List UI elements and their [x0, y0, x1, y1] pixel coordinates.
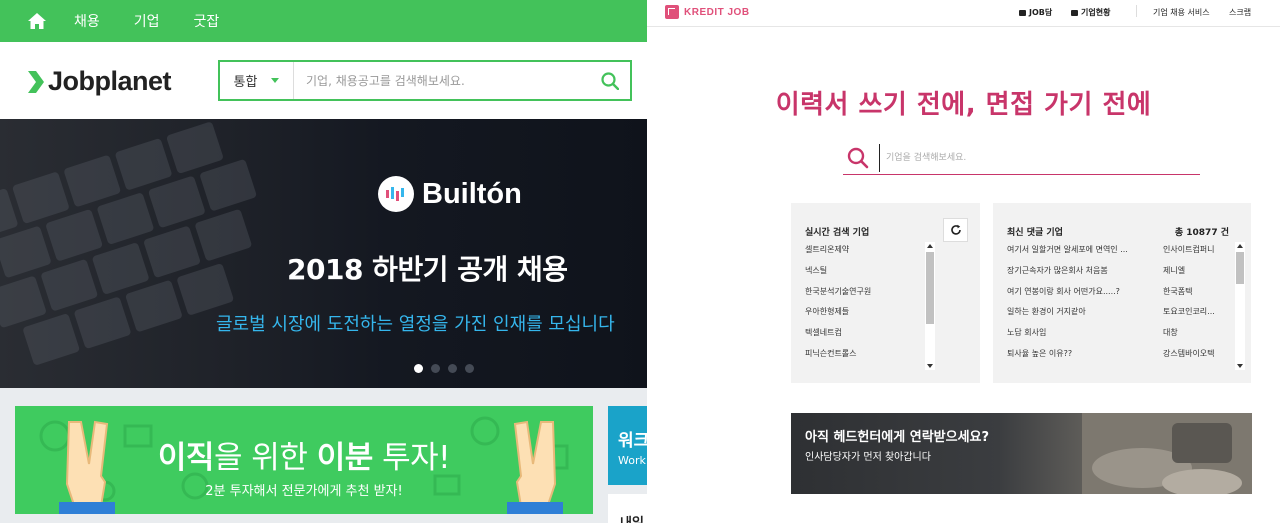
nav-hiring-services[interactable]: 기업 채용 서비스 — [1153, 7, 1210, 18]
comment-text: 여기서 일할거면 알세포에 면역인 ... — [1007, 245, 1128, 254]
scroll-down-icon — [927, 364, 933, 368]
search-category-select[interactable]: 통합 — [220, 62, 294, 99]
banner-dot-4[interactable] — [465, 364, 474, 373]
side-ad-title: 워크 — [618, 431, 647, 451]
home-icon — [28, 13, 46, 29]
comment-text: 여기 연봉이랑 회사 어떤가요.....? — [1007, 286, 1120, 296]
kreditjob-logo[interactable]: KREDIT JOB — [665, 5, 750, 19]
recent-comments-list: 여기서 일할거면 알세포에 면역인 ... 인사이트컴퍼니 장기근속자가 많은회사… — [1007, 244, 1227, 369]
search-category-label: 통합 — [233, 75, 258, 90]
scroll-thumb[interactable] — [1236, 252, 1244, 284]
kreditjob-search-button[interactable] — [843, 143, 873, 173]
realtime-search-list: 셀트리온제약 넥스틸 한국분석기술연구원 우아한형제들 텍셀네트컴 피닉슨컨트롤… — [805, 244, 871, 369]
jobplanet-logo[interactable]: Jobplanet — [28, 66, 172, 97]
comment-row[interactable]: 여기 연봉이랑 회사 어떤가요.....? 한국폼텍 — [1007, 286, 1227, 307]
realtime-search-card: 실시간 검색 기업 셀트리온제약 넥스틸 한국분석기술연구원 우아한형제들 텍셀… — [791, 203, 980, 383]
building-icon — [1071, 9, 1078, 16]
side-ad-small-text: 내일 — [620, 512, 644, 523]
chevron-down-icon — [271, 78, 280, 83]
comment-row[interactable]: 퇴사율 높은 이유?? 강스템바이오텍 — [1007, 348, 1227, 369]
jobplanet-panel: 채용 기업 굿잡 Jobplanet 통합 기업, 채용공고를 검색해보세요. … — [0, 0, 647, 523]
search-icon — [601, 71, 619, 90]
home-button[interactable] — [0, 0, 74, 42]
comment-text: 일하는 환경이 거지같아 — [1007, 307, 1086, 317]
headhunter-subtitle: 인사담당자가 먼저 찾아갑니다 — [805, 452, 931, 463]
nav-job-talk[interactable]: JOB담 — [1019, 7, 1052, 18]
kreditjob-search-input[interactable] — [879, 144, 1200, 172]
chat-icon — [1019, 9, 1026, 16]
banner-dot-3[interactable] — [448, 364, 457, 373]
kreditjob-logo-text: KREDIT JOB — [684, 6, 750, 18]
comment-row[interactable]: 노답 회사임 대창 — [1007, 327, 1227, 348]
jobplanet-search-input[interactable] — [294, 62, 590, 99]
scroll-up-icon — [927, 244, 933, 248]
realtime-search-title: 실시간 검색 기업 — [805, 228, 870, 238]
recent-comments-card: 최신 댓글 기업 총 10877 건 여기서 일할거면 알세포에 면역인 ...… — [993, 203, 1251, 383]
comment-row[interactable]: 일하는 환경이 거지같아 토요코인코리... — [1007, 306, 1227, 327]
scroll-up-icon — [1237, 244, 1243, 248]
list-item[interactable]: 피닉슨컨트롤스 — [805, 348, 871, 369]
comment-company: 대창 — [1163, 328, 1178, 338]
handshake-photo — [1082, 413, 1252, 494]
jobplanet-search-button[interactable] — [590, 62, 630, 99]
nav-company-status[interactable]: 기업현황 — [1071, 7, 1110, 18]
headhunter-banner[interactable]: 아직 헤드헌터에게 연락받으세요? 인사담당자가 먼저 찾아갑니다 — [791, 413, 1252, 494]
list-item[interactable]: 셀트리온제약 — [805, 244, 871, 265]
kreditjob-panel: KREDIT JOB JOB담 기업현황 기업 채용 서비스 스크랩 이력서 쓰… — [647, 0, 1280, 523]
list-item[interactable]: 텍셀네트컴 — [805, 327, 871, 348]
side-ad-work[interactable]: 워크 Work — [608, 406, 647, 485]
comment-company: 인사이트컴퍼니 — [1163, 245, 1215, 254]
nav-scrap[interactable]: 스크랩 — [1229, 7, 1251, 18]
list-item[interactable]: 한국분석기술연구원 — [805, 286, 871, 307]
banner-subtitle: 글로벌 시장에 도전하는 열정을 가진 인재를 모십니다 — [216, 314, 615, 335]
side-ad-subtitle: Work — [618, 454, 646, 467]
kreditjob-hero-title: 이력서 쓰기 전에, 면접 가기 전에 — [775, 90, 1152, 120]
comment-text: 퇴사율 높은 이유?? — [1007, 348, 1073, 358]
comment-company: 토요코인코리... — [1163, 307, 1215, 317]
kreditjob-logo-icon — [665, 5, 679, 19]
comment-company: 강스템바이오텍 — [1163, 348, 1215, 358]
refresh-button[interactable] — [943, 218, 968, 242]
comment-row[interactable]: 장기근속자가 많은회사 처음봄 제니엘 — [1007, 265, 1227, 286]
scroll-thumb[interactable] — [926, 252, 934, 324]
jobplanet-header: Jobplanet 통합 — [0, 42, 647, 119]
scroll-down-icon — [1237, 364, 1243, 368]
jobplanet-logo-text: Jobplanet — [48, 66, 172, 96]
nav-item-goodjob[interactable]: 굿잡 — [194, 11, 220, 31]
nav-item-jobs[interactable]: 채용 — [74, 11, 100, 31]
banner-pagination — [414, 364, 482, 373]
jobplanet-top-nav: 채용 기업 굿잡 — [0, 0, 647, 42]
comment-row[interactable]: 여기서 일할거면 알세포에 면역인 ... 인사이트컴퍼니 — [1007, 244, 1227, 265]
side-ad-small[interactable]: 내일 — [608, 494, 647, 523]
builton-logo-icon — [378, 176, 414, 212]
career-investment-ad[interactable]: 이직을 위한 이분 투자! 2분 투자해서 전문가에게 추천 받자! — [15, 406, 593, 514]
comment-text: 장기근속자가 많은회사 처음봄 — [1007, 265, 1108, 275]
comments-scrollbar[interactable] — [1235, 242, 1245, 370]
recent-comments-title: 최신 댓글 기업 — [1007, 228, 1063, 238]
nav-item-companies[interactable]: 기업 — [134, 11, 160, 31]
victory-hand-icon — [507, 420, 563, 514]
comment-company: 제니엘 — [1163, 265, 1186, 275]
realtime-scrollbar[interactable] — [925, 242, 935, 370]
nav-divider — [1136, 5, 1137, 17]
headhunter-title: 아직 헤드헌터에게 연락받으세요? — [805, 430, 990, 445]
jobplanet-hero-banner[interactable]: Builtón 2018 하반기 공개 채용 글로벌 시장에 도전하는 열정을 … — [0, 119, 647, 388]
banner-title: 2018 하반기 공개 채용 — [287, 253, 568, 286]
kreditjob-header: KREDIT JOB JOB담 기업현황 기업 채용 서비스 스크랩 — [647, 0, 1280, 27]
kreditjob-search-bar — [843, 142, 1200, 175]
comment-text: 노답 회사임 — [1007, 328, 1047, 338]
banner-dot-2[interactable] — [431, 364, 440, 373]
jobplanet-logo-icon — [28, 70, 44, 93]
banner-dot-1[interactable] — [414, 364, 423, 373]
search-icon — [847, 147, 869, 169]
builton-brand-name: Builtón — [422, 177, 522, 210]
comments-count: 총 10877 건 — [1174, 228, 1229, 238]
builton-logo: Builtón — [378, 176, 522, 212]
comment-company: 한국폼텍 — [1163, 286, 1193, 296]
list-item[interactable]: 넥스틸 — [805, 265, 871, 286]
refresh-icon — [950, 224, 961, 235]
jobplanet-search-bar: 통합 — [218, 60, 632, 101]
list-item[interactable]: 우아한형제들 — [805, 306, 871, 327]
